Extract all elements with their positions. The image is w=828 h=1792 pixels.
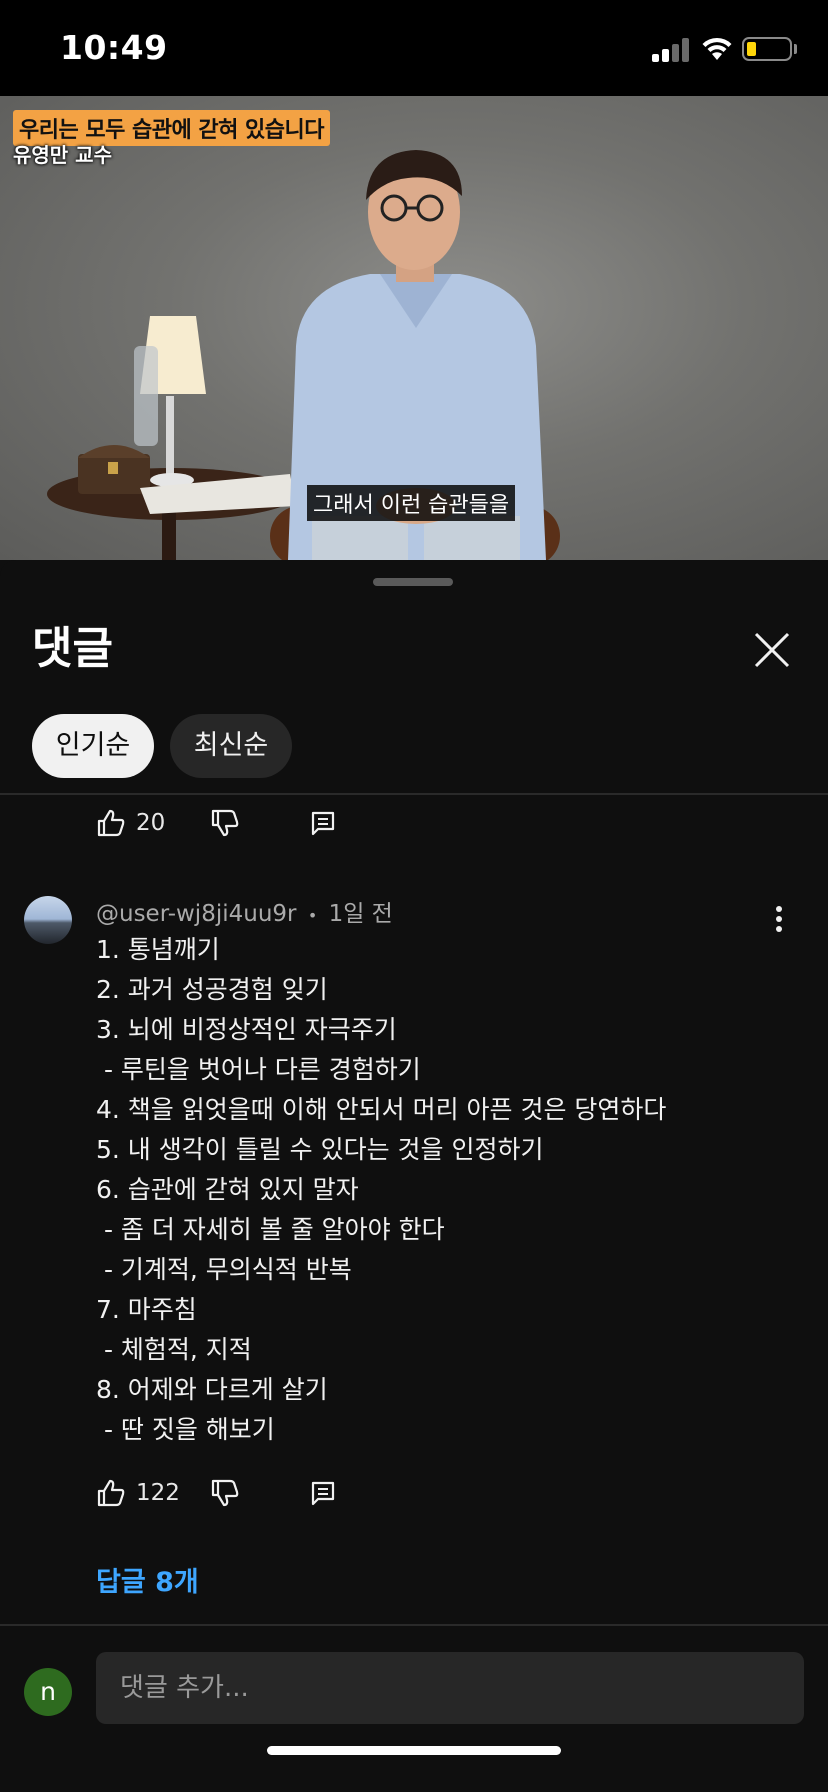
comment-author-avatar[interactable] bbox=[24, 896, 72, 944]
comment-line: - 기계적, 무의식적 반복 bbox=[96, 1255, 352, 1284]
battery-tip bbox=[794, 44, 797, 54]
comments-sheet: 댓글 인기순 최신순 20 @user-wj8ji4uu9r • 1일 전 1.… bbox=[0, 560, 828, 1792]
comment-meta: @user-wj8ji4uu9r • 1일 전 bbox=[96, 894, 393, 928]
comment-body: 1. 통념깨기 2. 과거 성공경험 잊기 3. 뇌에 비정상적인 자극주기 -… bbox=[96, 930, 796, 1450]
comment-line: - 좀 더 자세히 볼 줄 알아야 한다 bbox=[96, 1215, 445, 1244]
comment-line: - 루틴을 벗어나 다른 경험하기 bbox=[96, 1055, 421, 1084]
dislike-icon[interactable] bbox=[210, 808, 240, 838]
sheet-title: 댓글 bbox=[32, 623, 113, 674]
sort-chip-newest[interactable]: 최신순 bbox=[170, 714, 292, 778]
user-avatar[interactable]: n bbox=[24, 1668, 72, 1716]
comment-actions: 122 bbox=[96, 1472, 356, 1512]
chips-divider bbox=[0, 793, 828, 795]
meta-separator: • bbox=[307, 906, 318, 925]
home-indicator[interactable] bbox=[267, 1746, 561, 1755]
comment-line: 5. 내 생각이 틀릴 수 있다는 것을 인정하기 bbox=[96, 1135, 544, 1164]
previous-comment-actions: 20 bbox=[96, 802, 356, 842]
like-icon[interactable] bbox=[96, 808, 126, 838]
replies-link[interactable]: 답글 8개 bbox=[96, 1560, 199, 1599]
comment-composer: n bbox=[0, 1626, 828, 1792]
comment-time: 1일 전 bbox=[328, 901, 393, 927]
status-time: 10:49 bbox=[60, 28, 168, 67]
like-count: 20 bbox=[136, 810, 166, 836]
comment-line: 7. 마주침 bbox=[96, 1295, 197, 1324]
comment-line: 2. 과거 성공경험 잊기 bbox=[96, 975, 328, 1004]
drag-handle[interactable] bbox=[373, 578, 453, 586]
sort-chip-popular[interactable]: 인기순 bbox=[32, 714, 154, 778]
signal-icon bbox=[652, 38, 690, 62]
comment-line: 3. 뇌에 비정상적인 자극주기 bbox=[96, 1015, 397, 1044]
comment-line: - 딴 짓을 해보기 bbox=[96, 1415, 275, 1444]
video-player[interactable]: 우리는 모두 습관에 갇혀 있습니다 유영만 교수 그래서 이런 습관들을 bbox=[0, 96, 828, 560]
close-icon[interactable] bbox=[748, 626, 796, 674]
comment-line: 1. 통념깨기 bbox=[96, 935, 220, 964]
reply-icon[interactable] bbox=[310, 810, 336, 836]
like-count: 122 bbox=[136, 1480, 180, 1506]
comment-line: 6. 습관에 갇혀 있지 말자 bbox=[96, 1175, 359, 1204]
comment-line: - 체험적, 지적 bbox=[96, 1335, 252, 1364]
add-comment-input[interactable] bbox=[96, 1652, 804, 1724]
like-icon[interactable] bbox=[96, 1478, 126, 1508]
comment-line: 4. 책을 읽엇을때 이해 안되서 머리 아픈 것은 당연하다 bbox=[96, 1095, 667, 1124]
comment-line: 8. 어제와 다르게 살기 bbox=[96, 1375, 328, 1404]
reply-icon[interactable] bbox=[310, 1480, 336, 1506]
battery-icon bbox=[742, 37, 792, 61]
video-speaker-overlay: 유영만 교수 bbox=[13, 143, 112, 167]
status-bar: 10:49 bbox=[0, 0, 828, 96]
wifi-icon bbox=[702, 37, 732, 60]
comment-author[interactable]: @user-wj8ji4uu9r bbox=[96, 901, 297, 927]
video-subtitle: 그래서 이런 습관들을 bbox=[307, 485, 516, 521]
dislike-icon[interactable] bbox=[210, 1478, 240, 1508]
